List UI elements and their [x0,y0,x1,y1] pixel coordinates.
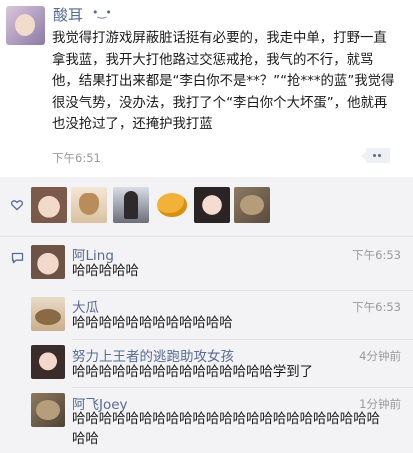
comment-time: 下午6:53 [352,300,401,314]
comment-item: 阿飞Joey 1分钟前 哈哈哈哈哈哈哈哈哈哈哈哈哈哈哈哈哈哈哈哈哈哈哈哈哈 [0,390,413,453]
author-avatar[interactable] [6,6,45,45]
comment-text: 哈哈哈哈哈 [72,264,139,279]
like-avatar[interactable] [194,187,230,223]
like-avatar[interactable] [71,187,107,223]
like-avatar[interactable] [234,187,270,223]
more-dots-icon[interactable] [361,148,390,163]
comment-item: 阿Ling 下午6:53 哈哈哈哈哈 [0,241,413,295]
author-name[interactable]: 酸耳 [53,4,83,25]
post-time: 下午6:51 [52,151,101,165]
commenter-name[interactable]: 大瓜 [72,296,99,316]
likes-divider [0,236,413,237]
commenter-name[interactable]: 努力上王者的逃跑助攻女孩 [72,345,234,365]
likes-and-comments-panel: 阿Ling 下午6:53 哈哈哈哈哈 大瓜 下午6:53 哈哈哈哈哈哈哈哈哈哈哈… [0,177,413,453]
likes-row [0,177,413,233]
post-text: 我觉得打游戏屏蔽脏话挺有必要的，我走中单，打野一直拿我蓝，我开大打他路过交惩戒抢… [52,31,395,132]
commenter-avatar[interactable] [31,393,65,427]
comment-separator [72,387,413,388]
comment-time: 下午6:53 [352,248,401,262]
comment-item: 努力上王者的逃跑助攻女孩 4分钟前 哈哈哈哈哈哈哈哈哈哈哈哈哈哈哈学到了 [0,342,413,392]
commenter-avatar[interactable] [31,245,65,279]
comment-text: 哈哈哈哈哈哈哈哈哈哈哈哈哈哈哈哈哈哈哈哈哈哈哈哈哈 [72,412,380,447]
author-name-emoji: •‿• [92,6,112,19]
heart-icon [11,200,23,211]
moments-post: 酸耳 •‿• 我觉得打游戏屏蔽脏话挺有必要的，我走中单，打野一直拿我蓝，我开大打… [0,0,413,177]
like-avatar[interactable] [31,187,67,223]
comment-item: 大瓜 下午6:53 哈哈哈哈哈哈哈哈哈哈哈哈 [0,293,413,343]
comment-time: 4分钟前 [359,349,401,363]
commenter-name[interactable]: 阿Ling [72,244,114,264]
bubble-tail [361,152,366,160]
comment-separator [72,290,413,291]
comment-text: 哈哈哈哈哈哈哈哈哈哈哈哈哈哈哈学到了 [72,365,314,380]
like-avatar[interactable] [154,187,190,223]
comment-text: 哈哈哈哈哈哈哈哈哈哈哈哈 [72,316,233,331]
commenter-avatar[interactable] [31,297,65,331]
commenter-avatar[interactable] [31,345,65,379]
comment-separator [72,339,413,340]
like-avatar[interactable] [113,187,149,223]
